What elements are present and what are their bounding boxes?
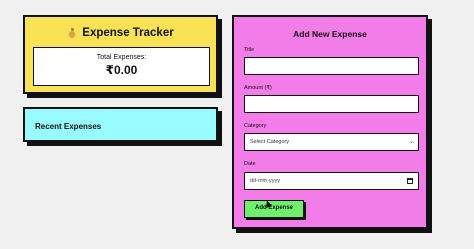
date-placeholder: dd-mm-yyyy [250,178,280,184]
recent-expenses-title: Recent Expenses [35,122,102,131]
date-input[interactable]: dd-mm-yyyy [244,172,419,190]
title-label: Title [244,47,255,53]
expense-tracker-card: Expense Tracker Total Expenses: ₹0.00 [23,15,218,94]
form-title: Add New Expense [293,29,367,39]
total-label: Total Expenses: [96,54,147,61]
tracker-title: Expense Tracker [82,27,174,39]
chevron-down-icon: ⌄ [408,139,414,145]
total-expenses-box: Total Expenses: ₹0.00 [33,47,210,86]
total-value: ₹0.00 [105,63,138,77]
add-expense-form: Add New Expense Title Amount (₹) Categor… [232,15,428,229]
category-label: Category [244,123,267,129]
amount-input[interactable] [244,95,419,113]
add-expense-button[interactable]: Add Expense [244,200,304,218]
category-select[interactable]: Select Category ⌄ [244,133,419,151]
tracker-header: Expense Tracker [25,27,216,39]
amount-label: Amount (₹) [244,85,272,91]
recent-expenses-card: Recent Expenses [23,107,218,142]
money-bag-icon [67,27,77,39]
date-label: Date [244,161,256,167]
category-selected-value: Select Category [250,139,290,145]
title-input[interactable] [244,57,419,75]
calendar-icon[interactable] [407,178,413,184]
